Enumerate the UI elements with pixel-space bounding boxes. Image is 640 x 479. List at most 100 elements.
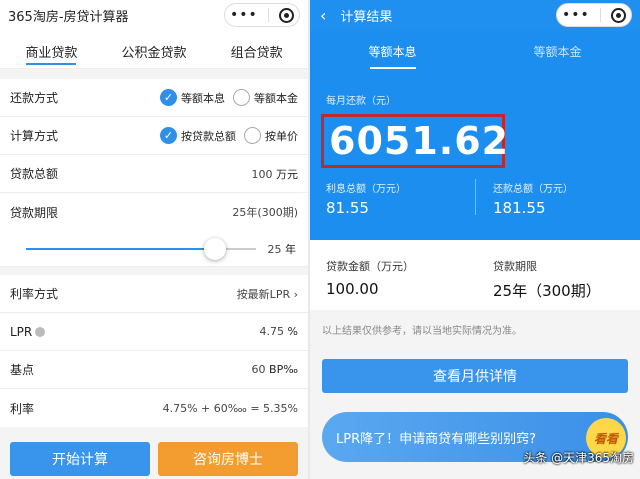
result-pane: ‹ 计算结果 ••• 等额本息 等额本金 每月还款（元） 6051.62 利息总… <box>310 0 640 479</box>
monthly-payment-highlight: 6051.62 <box>321 114 508 168</box>
tab-equal-principal[interactable]: 等额本金 <box>475 31 640 71</box>
capsule-divider <box>599 8 601 22</box>
rate-value: 4.75% + 60‱ = 5.35% <box>162 401 298 415</box>
loan-amount: 贷款金额（万元） 100.00 <box>326 258 414 298</box>
loan-term-label: 贷款期限 <box>10 205 59 220</box>
view-monthly-details-button[interactable]: 查看月供详情 <box>322 359 628 393</box>
banner-text: LPR降了！申请商贷有哪些别别窍? <box>336 431 537 447</box>
monthly-payment-label: 每月还款（元） <box>326 96 396 107</box>
loan-term-value: 25年(300期) <box>232 206 298 219</box>
rate-form: 利率方式 按最新LPR › LPR 4.75 % 基点 60 BP‰ 利率 4.… <box>0 275 308 427</box>
loan-term-slider[interactable] <box>26 238 256 260</box>
slider-value: 25 年 <box>268 241 297 257</box>
basis-input[interactable]: 60 BP‰ <box>252 363 298 376</box>
result-title: 计算结果 <box>340 10 393 25</box>
start-calc-button[interactable]: 开始计算 <box>10 442 150 476</box>
result-summary: 等额本息 等额本金 每月还款（元） 6051.62 利息总额（万元） 81.55… <box>310 31 640 240</box>
chevron-right-icon: › <box>293 287 298 301</box>
calc-method-label: 计算方式 <box>10 129 59 143</box>
loan-term-row: 贷款期限 25年(300期) <box>0 193 308 231</box>
rate-label: 利率 <box>10 401 35 416</box>
result-header: ‹ 计算结果 ••• <box>310 0 640 31</box>
more-icon[interactable]: ••• <box>562 8 590 22</box>
option-by-unit-price[interactable]: 按单价 <box>244 127 298 144</box>
loan-total-unit: 万元 <box>276 167 298 181</box>
rate-method-label: 利率方式 <box>10 287 59 301</box>
calc-method-row: 计算方式 ✓ 按贷款总额 按单价 <box>0 117 308 155</box>
checked-icon: ✓ <box>160 89 177 106</box>
basis-row[interactable]: 基点 60 BP‰ <box>0 351 308 389</box>
basis-unit: BP‰ <box>269 363 298 376</box>
option-label: 按单价 <box>265 129 298 143</box>
tab-equal-installment[interactable]: 等额本息 <box>310 31 475 71</box>
option-label: 按贷款总额 <box>181 129 236 143</box>
lpr-label: LPR <box>10 325 260 339</box>
loan-term-slider-row: 25 年 <box>0 231 308 267</box>
repay-method-label: 还款方式 <box>10 91 59 105</box>
loan-term: 贷款期限 25年（300期） <box>493 258 601 301</box>
back-icon[interactable]: ‹ <box>320 6 326 25</box>
calculator-pane: 365淘房-房贷计算器 ••• 商业贷款 公积金贷款 组合贷款 还款方式 ✓ 等… <box>0 0 308 479</box>
option-label: 等额本金 <box>254 91 298 105</box>
basis-number: 60 <box>251 363 266 376</box>
miniprogram-capsule: ••• <box>224 3 300 27</box>
loan-details-card: 贷款金额（万元） 100.00 贷款期限 25年（300期） <box>310 240 640 310</box>
monthly-payment-value: 6051.62 <box>329 119 510 163</box>
lpr-number: 4.75 <box>259 325 285 338</box>
more-icon[interactable]: ••• <box>230 8 258 22</box>
loan-total-input[interactable]: 100 万元 <box>252 166 299 182</box>
close-miniprogram-icon[interactable] <box>610 7 626 23</box>
repay-method-row: 还款方式 ✓ 等额本息 等额本金 <box>0 79 308 117</box>
calculator-header: 365淘房-房贷计算器 ••• <box>0 0 308 31</box>
slider-thumb[interactable] <box>203 238 226 260</box>
interest-total-label: 利息总额（万元） <box>326 184 406 195</box>
disclaimer-note: 以上结果仅供参考，请以当地实际情况为准。 <box>322 326 522 337</box>
rate-method-row[interactable]: 利率方式 按最新LPR › <box>0 275 308 313</box>
lpr-unit: % <box>287 325 298 338</box>
loan-form: 还款方式 ✓ 等额本息 等额本金 计算方式 ✓ 按贷款总额 按单价 贷款总额 1 <box>0 79 308 267</box>
loan-amount-value: 100.00 <box>326 280 379 298</box>
rate-method-value[interactable]: 按最新LPR › <box>237 286 298 302</box>
repay-total: 还款总额（万元） 181.55 <box>493 180 573 217</box>
app-title: 365淘房-房贷计算器 <box>8 10 129 25</box>
loan-total-row[interactable]: 贷款总额 100 万元 <box>0 155 308 193</box>
lpr-value: 4.75 % <box>260 325 298 338</box>
slider-fill <box>26 248 215 250</box>
interest-total: 利息总额（万元） 81.55 <box>326 180 406 217</box>
option-label: 等额本息 <box>181 91 225 105</box>
repay-total-value: 181.55 <box>493 199 546 217</box>
miniprogram-capsule: ••• <box>556 3 632 27</box>
rate-method-text: 按最新LPR <box>236 287 291 301</box>
option-by-total[interactable]: ✓ 按贷款总额 <box>160 127 236 144</box>
interest-total-value: 81.55 <box>326 199 369 217</box>
unchecked-icon <box>244 127 261 144</box>
lpr-row: LPR 4.75 % <box>0 313 308 351</box>
summary-divider <box>475 179 476 215</box>
lpr-label-text: LPR <box>10 324 33 339</box>
slider-years: 25 <box>267 243 282 256</box>
option-equal-installment[interactable]: ✓ 等额本息 <box>160 89 225 106</box>
close-miniprogram-icon[interactable] <box>278 7 294 23</box>
tab-combined-loan[interactable]: 组合贷款 <box>205 31 308 68</box>
slider-unit: 年 <box>285 243 296 256</box>
loan-total-value: 100 <box>251 167 273 181</box>
unchecked-icon <box>233 89 250 106</box>
section-gap <box>0 267 308 275</box>
repay-total-label: 还款总额（万元） <box>493 184 573 195</box>
watermark: 头条 @天津365淘房 <box>523 451 634 465</box>
tab-provident-fund-loan[interactable]: 公积金贷款 <box>103 31 206 68</box>
rate-row: 利率 4.75% + 60‱ = 5.35% <box>0 389 308 427</box>
loan-term-value: 25年（300期） <box>493 282 601 300</box>
capsule-divider <box>267 8 269 22</box>
checked-icon: ✓ <box>160 127 177 144</box>
action-bar: 开始计算 咨询房博士 <box>0 431 308 479</box>
loan-total-label: 贷款总额 <box>10 167 59 181</box>
consult-button[interactable]: 咨询房博士 <box>158 442 298 476</box>
loan-term-label: 贷款期限 <box>493 260 537 273</box>
basis-label: 基点 <box>10 363 35 377</box>
option-equal-principal[interactable]: 等额本金 <box>233 89 298 106</box>
tab-commercial-loan[interactable]: 商业贷款 <box>0 31 103 68</box>
loan-amount-label: 贷款金额（万元） <box>326 260 414 273</box>
info-icon[interactable] <box>35 327 46 337</box>
result-tabs: 等额本息 等额本金 <box>310 31 640 71</box>
